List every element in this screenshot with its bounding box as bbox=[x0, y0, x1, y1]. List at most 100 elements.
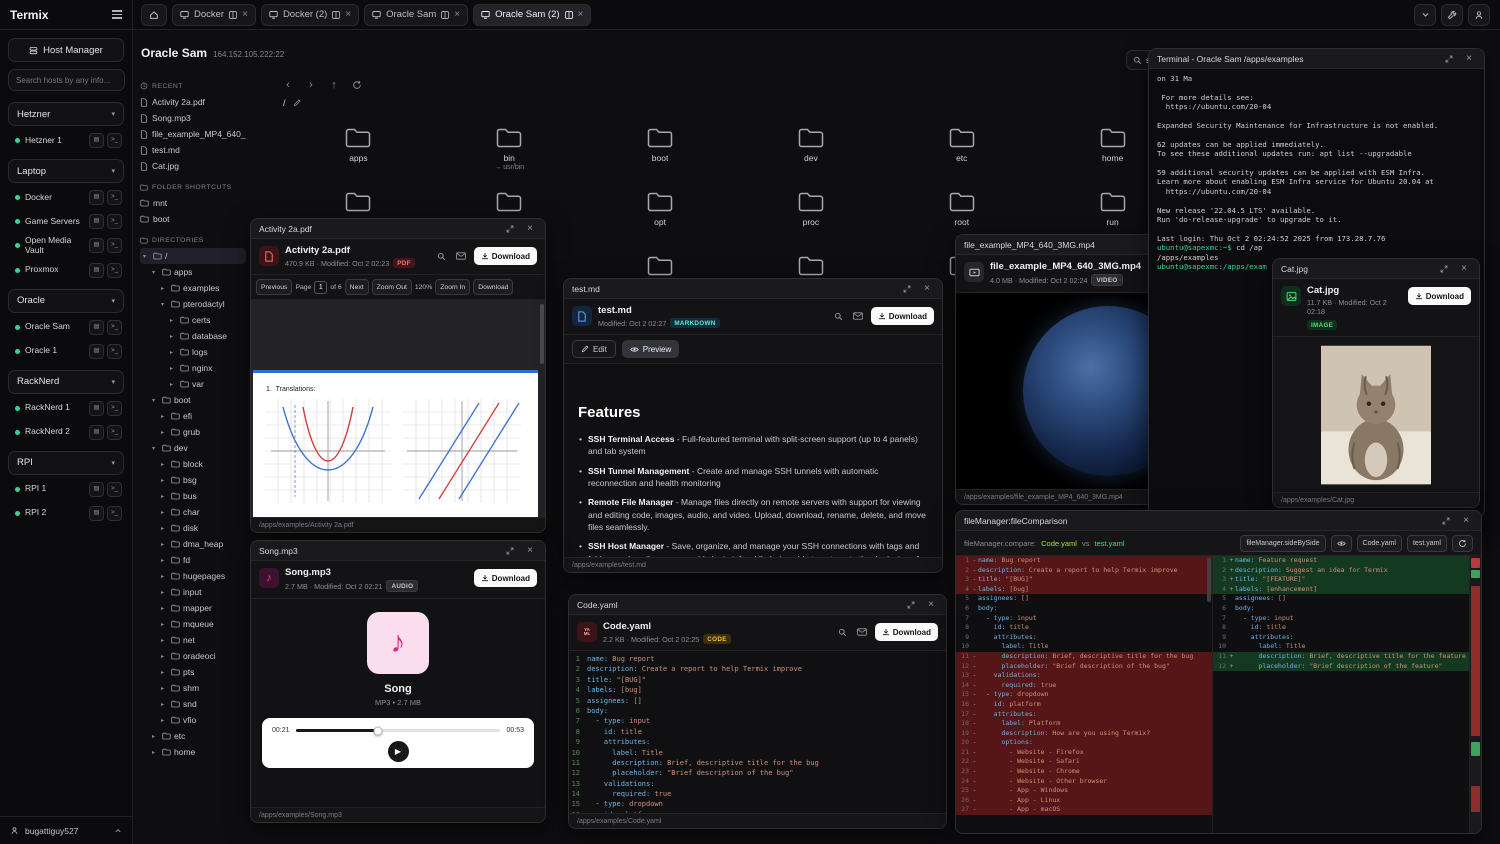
tree-chevron-icon[interactable] bbox=[161, 525, 168, 532]
terminal-icon[interactable]: >_ bbox=[107, 263, 122, 278]
grid-folder-item[interactable]: boot bbox=[585, 126, 736, 176]
sidebar-item[interactable]: Game Servers ▾ ▤ >_ bbox=[8, 210, 124, 233]
refresh-button[interactable] bbox=[1452, 535, 1473, 552]
directory-tree-item[interactable]: input bbox=[140, 584, 246, 600]
tree-chevron-icon[interactable] bbox=[161, 685, 168, 692]
sidebar-item[interactable]: Docker ▾ ▤ >_ bbox=[8, 186, 124, 209]
directory-tree-item[interactable]: shm bbox=[140, 680, 246, 696]
tree-chevron-icon[interactable] bbox=[143, 253, 150, 260]
file-manager-icon[interactable]: ▤ bbox=[89, 344, 104, 359]
side-by-side-button[interactable]: fileManager.sideBySide bbox=[1240, 535, 1325, 552]
user-menu[interactable]: bugattiguy527 bbox=[0, 816, 132, 844]
tree-chevron-icon[interactable] bbox=[161, 701, 168, 708]
directory-tree-item[interactable]: logs bbox=[140, 344, 246, 360]
mail-icon[interactable] bbox=[855, 625, 870, 640]
sidebar-item[interactable]: RPI 1 ▾ ▤ >_ bbox=[8, 478, 124, 501]
directory-tree-item[interactable]: grub bbox=[140, 424, 246, 440]
recent-file-item[interactable]: Cat.jpg bbox=[140, 158, 246, 174]
directory-tree-item[interactable]: examples bbox=[140, 280, 246, 296]
download-button[interactable]: Download bbox=[875, 623, 938, 641]
directory-tree-item[interactable]: dev bbox=[140, 440, 246, 456]
host-manager-button[interactable]: Host Manager bbox=[8, 38, 124, 62]
terminal-icon[interactable]: >_ bbox=[107, 238, 122, 253]
folder-shortcut-item[interactable]: boot bbox=[140, 211, 246, 227]
zoom-out-button[interactable]: Zoom Out bbox=[372, 279, 412, 295]
mail-icon[interactable] bbox=[454, 249, 469, 264]
window-header[interactable]: Cat.jpg × bbox=[1273, 259, 1479, 279]
file-manager-icon[interactable]: ▤ bbox=[89, 320, 104, 335]
terminal-icon[interactable]: >_ bbox=[107, 320, 122, 335]
file-manager-icon[interactable]: ▤ bbox=[89, 263, 104, 278]
search-icon[interactable] bbox=[831, 309, 846, 324]
sidebar-item[interactable]: RackNerd 1 ▾ ▤ >_ bbox=[8, 397, 124, 420]
directory-tree-item[interactable]: bsg bbox=[140, 472, 246, 488]
directory-tree-item[interactable]: etc bbox=[140, 728, 246, 744]
tree-chevron-icon[interactable] bbox=[161, 669, 168, 676]
directory-tree-item[interactable]: net bbox=[140, 632, 246, 648]
grid-folder-item[interactable]: etc bbox=[886, 126, 1037, 176]
directory-tree-item[interactable]: / bbox=[140, 248, 246, 264]
tree-chevron-icon[interactable] bbox=[170, 317, 177, 324]
close-tab-icon[interactable]: × bbox=[454, 10, 460, 20]
directory-tree-item[interactable]: database bbox=[140, 328, 246, 344]
breadcrumb[interactable]: / bbox=[283, 98, 301, 108]
tree-chevron-icon[interactable] bbox=[161, 605, 168, 612]
terminal-icon[interactable]: >_ bbox=[107, 214, 122, 229]
expand-icon[interactable] bbox=[503, 544, 517, 558]
sidebar-item[interactable]: Hetzner 1 ▾ ▤ >_ bbox=[8, 129, 124, 152]
recent-file-item[interactable]: test.md bbox=[140, 142, 246, 158]
tree-chevron-icon[interactable] bbox=[161, 573, 168, 580]
download-button[interactable]: Download bbox=[1408, 287, 1471, 305]
window-header[interactable]: Activity 2a.pdf × bbox=[251, 219, 545, 239]
download-button[interactable]: Download bbox=[474, 247, 537, 265]
file-manager-icon[interactable]: ▤ bbox=[89, 133, 104, 148]
sidebar-item[interactable]: RackNerd ▾ ▤ >_ bbox=[8, 370, 124, 394]
close-tab-icon[interactable]: × bbox=[345, 10, 351, 20]
preview-tab[interactable]: Preview bbox=[622, 340, 679, 358]
open-file-a-button[interactable]: Code.yaml bbox=[1357, 535, 1402, 552]
recent-file-item[interactable]: Song.mp3 bbox=[140, 110, 246, 126]
tree-chevron-icon[interactable] bbox=[170, 349, 177, 356]
diff-minimap[interactable] bbox=[1470, 556, 1481, 833]
tree-chevron-icon[interactable] bbox=[161, 509, 168, 516]
expand-icon[interactable] bbox=[1442, 52, 1456, 66]
close-tab-icon[interactable]: × bbox=[242, 10, 248, 20]
expand-icon[interactable] bbox=[1437, 262, 1451, 276]
sidebar-item[interactable]: Proxmox ▾ ▤ >_ bbox=[8, 259, 124, 282]
grid-folder-item[interactable]: apps bbox=[283, 126, 434, 176]
grid-folder-item[interactable]: bin → usr/bin bbox=[434, 126, 585, 176]
close-icon[interactable]: × bbox=[924, 598, 938, 612]
close-icon[interactable]: × bbox=[920, 282, 934, 296]
directory-tree-item[interactable]: snd bbox=[140, 696, 246, 712]
tree-chevron-icon[interactable] bbox=[170, 333, 177, 340]
close-icon[interactable]: × bbox=[523, 222, 537, 236]
directory-tree-item[interactable]: fd bbox=[140, 552, 246, 568]
file-manager-icon[interactable]: ▤ bbox=[89, 425, 104, 440]
user-button[interactable] bbox=[1468, 4, 1490, 26]
tree-chevron-icon[interactable] bbox=[161, 621, 168, 628]
terminal-icon[interactable]: >_ bbox=[107, 344, 122, 359]
settings-button[interactable] bbox=[1441, 4, 1463, 26]
file-manager-icon[interactable]: ▤ bbox=[89, 506, 104, 521]
code-editor[interactable]: 1 name: Bug report 2 description: Create… bbox=[569, 651, 946, 813]
open-file-b-button[interactable]: test.yaml bbox=[1407, 535, 1447, 552]
tree-chevron-icon[interactable] bbox=[161, 477, 168, 484]
directory-tree-item[interactable]: pterodactyl bbox=[140, 296, 246, 312]
terminal-icon[interactable]: >_ bbox=[107, 133, 122, 148]
sidebar-item[interactable]: Laptop ▾ ▤ >_ bbox=[8, 159, 124, 183]
directory-tree-item[interactable]: oradeoci bbox=[140, 648, 246, 664]
window-header[interactable]: Song.mp3 × bbox=[251, 541, 545, 561]
tree-chevron-icon[interactable] bbox=[152, 269, 159, 276]
session-tab[interactable]: Docker (2) × bbox=[261, 4, 359, 26]
directory-tree-item[interactable]: var bbox=[140, 376, 246, 392]
file-manager-icon[interactable]: ▤ bbox=[89, 401, 104, 416]
tree-chevron-icon[interactable] bbox=[161, 285, 168, 292]
sidebar-item[interactable]: Hetzner ▾ ▤ >_ bbox=[8, 102, 124, 126]
refresh-icon[interactable] bbox=[350, 78, 364, 92]
file-manager-icon[interactable]: ▤ bbox=[89, 214, 104, 229]
diff-pane-right[interactable]: 1 + name: Feature request 2 + descriptio… bbox=[1213, 556, 1470, 833]
toggle-view-button[interactable] bbox=[1331, 535, 1352, 552]
session-tab[interactable]: Docker × bbox=[172, 4, 256, 26]
sidebar-item[interactable]: RPI ▾ ▤ >_ bbox=[8, 451, 124, 475]
download-button[interactable]: Download bbox=[871, 307, 934, 325]
